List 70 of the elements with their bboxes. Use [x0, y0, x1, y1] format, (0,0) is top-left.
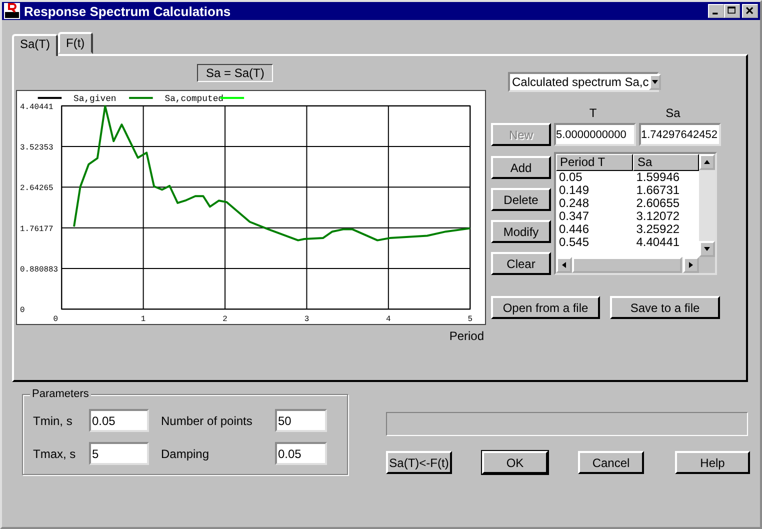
arrow-icon [703, 159, 711, 165]
spectrum-table[interactable]: Period T Sa 0.05 1.59946 0.149 1.66731 0.248 2.60655 0.347 3.12072 0.446 3.25922 0.545 4.40441 [554, 152, 717, 275]
parameter-input[interactable]: 0.05 [275, 442, 327, 465]
y-tick-label: 0 [20, 306, 25, 316]
column-header[interactable]: Period T [556, 154, 634, 171]
table-cell-text: 0.545 [558, 236, 590, 249]
table-cell-text: 0.347 [558, 210, 590, 223]
table-cell-text: 2.60655 [635, 197, 681, 210]
table-cell-text: 0.248 [558, 197, 590, 210]
vertical-scrollbar[interactable] [699, 154, 715, 257]
dialog-button[interactable]: Help [675, 451, 750, 474]
arrow-icon [688, 261, 694, 269]
spectrum-dropdown[interactable]: Calculated spectrum Sa,c [508, 72, 659, 92]
parameter-input[interactable]: 0.05 [89, 409, 149, 432]
minimize-icon[interactable] [708, 4, 724, 18]
t-input[interactable]: 5.0000000000 [554, 123, 636, 146]
file-button[interactable]: Save to a file [610, 296, 720, 319]
y-tick-label: 3.52353 [20, 144, 54, 152]
table-cell-text: 0.446 [558, 223, 590, 236]
maximize-icon[interactable] [724, 4, 740, 18]
side-button[interactable]: Add [491, 156, 551, 179]
x-tick-label: 4 [386, 315, 391, 324]
x-tick-label: 3 [304, 315, 310, 324]
dialog-button[interactable]: Sa(T)<-F(t) [386, 451, 452, 474]
close-icon[interactable] [742, 4, 758, 18]
parameter-input[interactable]: 5 [89, 442, 149, 465]
x-axis-label: Period [449, 329, 484, 343]
sa-label: Sa [664, 106, 682, 120]
field-label: Tmax, s [33, 446, 77, 460]
app-icon [4, 3, 20, 19]
side-button[interactable]: Modify [491, 220, 551, 243]
t-label: T [588, 106, 598, 120]
x-tick-label: 2 [222, 315, 228, 324]
y-tick-label: 4.40441 [20, 102, 54, 112]
table-cell-text: 3.25922 [635, 223, 681, 236]
horizontal-scrollbar[interactable] [556, 257, 699, 273]
field-label: Damping [160, 446, 210, 460]
arrow-icon [650, 79, 659, 85]
side-button[interactable]: Clear [491, 252, 551, 275]
column-header[interactable]: Sa [633, 154, 699, 171]
tab[interactable]: F(t) [58, 32, 93, 54]
tab[interactable]: Sa(T) [12, 34, 58, 56]
group-title: Parameters [30, 388, 91, 400]
y-tick-label: 1.76177 [20, 224, 54, 234]
y-tick-label: 2.64265 [20, 184, 54, 194]
field-label: Number of points [160, 414, 254, 428]
chart-caption: Sa = Sa(T) [197, 64, 274, 82]
x-tick-label: 5 [468, 315, 472, 324]
arrow-icon [561, 261, 567, 269]
arrow-icon [703, 246, 711, 252]
y-tick-label: 0.880883 [20, 265, 58, 274]
legend-label: Sa,given [74, 94, 116, 104]
x-tick-label: 0 [53, 315, 58, 324]
dialog-button[interactable]: OK [482, 451, 548, 474]
field-label: Tmin, s [33, 414, 74, 428]
table-cell-text: 1.66731 [635, 184, 681, 197]
parameter-input[interactable]: 50 [275, 409, 327, 432]
table-cell-text: 0.05 [558, 171, 584, 184]
legend-label: Sa,computed [164, 94, 224, 104]
x-tick-label: 1 [140, 315, 146, 324]
window-title: Response Spectrum Calculations [24, 4, 232, 18]
side-button[interactable]: Delete [491, 188, 551, 211]
dialog-button[interactable]: Cancel [578, 451, 644, 474]
file-button[interactable]: Open from a file [491, 296, 600, 319]
table-cell-text: 0.149 [558, 184, 590, 197]
scrollbar-corner [699, 257, 715, 273]
table-cell-text: 1.59946 [635, 171, 681, 184]
table-cell-text: 4.40441 [635, 236, 681, 249]
table-cell-text: 3.12072 [635, 210, 681, 223]
sa-input[interactable]: 1.74297642452 [639, 123, 721, 146]
